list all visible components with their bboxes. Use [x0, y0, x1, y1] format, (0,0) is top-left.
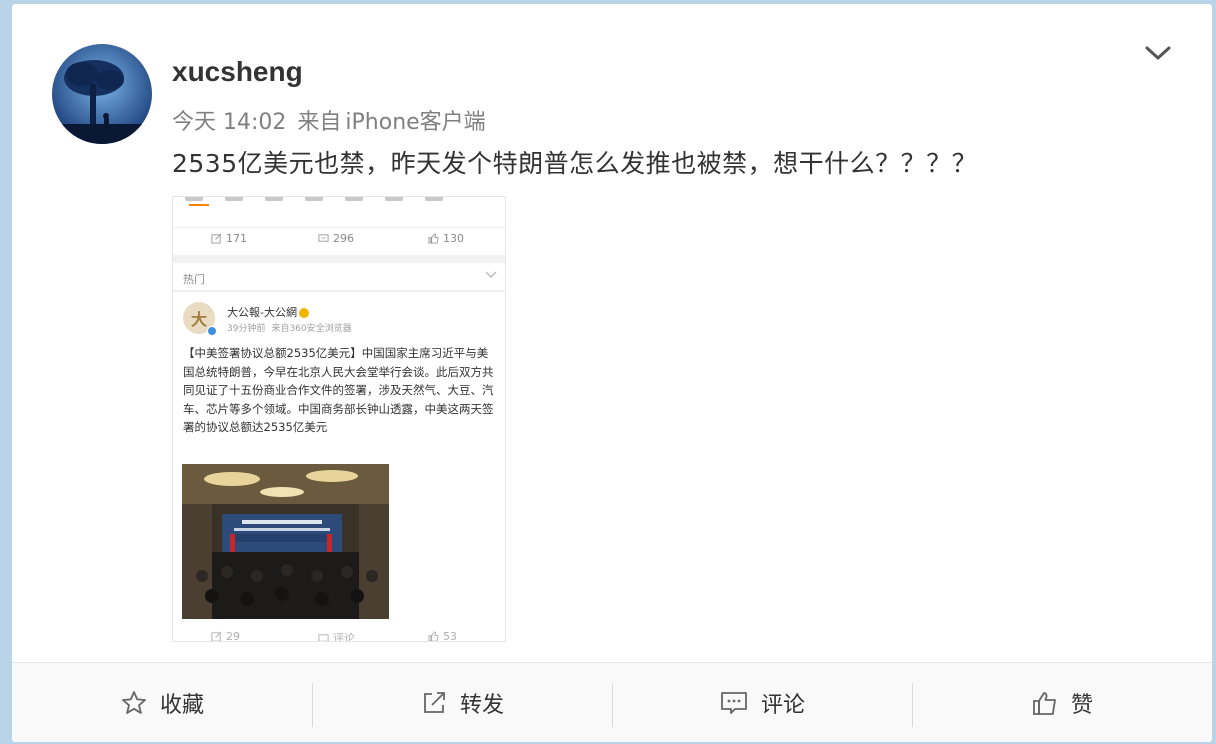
thumbs-up-icon [428, 631, 439, 641]
repost-button[interactable]: 转发 [312, 663, 612, 742]
star-icon [122, 690, 146, 714]
comment-icon [318, 633, 329, 641]
username[interactable]: xucsheng [172, 56, 303, 88]
share-icon [211, 631, 222, 641]
post-menu-button[interactable] [1140, 38, 1176, 68]
screenshot-author-name: 大公報-大公網 [227, 304, 309, 320]
post-meta: 今天 14:02 来自 iPhone客户端 [172, 104, 490, 136]
screenshot-repost-count: 171 [211, 232, 247, 245]
chevron-down-icon [1145, 46, 1171, 60]
screenshot-comment-count: 296 [318, 232, 354, 245]
screenshot-bottom-counts: 29 评论 53 [173, 629, 505, 641]
screenshot-like-count: 130 [428, 232, 464, 245]
post-image[interactable]: 171 296 130 热门 大 大公報-大公網 39分钟前 来自360安全浏览… [172, 196, 506, 642]
weibo-post-card: xucsheng 今天 14:02 来自 iPhone客户端 2535亿美元也禁，… [12, 4, 1212, 742]
comment-icon [318, 234, 329, 242]
favorite-button[interactable]: 收藏 [12, 663, 312, 742]
screenshot-previous-post: 171 296 130 [173, 197, 505, 255]
screenshot-tabs [185, 197, 495, 205]
share-icon [211, 233, 222, 244]
screenshot-hot-header: 热门 [173, 263, 505, 291]
screenshot-post-text: 【中美签署协议总额2535亿美元】中国国家主席习近平与美国总统特朗普，今早在北京… [183, 346, 494, 434]
screenshot-post-meta: 39分钟前 来自360安全浏览器 [227, 324, 352, 334]
favorite-label: 收藏 [159, 692, 204, 718]
like-button[interactable]: 赞 [912, 663, 1212, 742]
vip-badge-icon [298, 308, 309, 318]
comment-label: 评论 [760, 692, 805, 718]
like-label: 赞 [1070, 692, 1093, 718]
screenshot-hot-post: 大 大公報-大公網 39分钟前 来自360安全浏览器 【中美签署协议总额2535亿… [173, 292, 505, 641]
post-source[interactable]: iPhone客户端 [345, 110, 485, 135]
screenshot-bottom-like: 53 [428, 630, 457, 641]
repost-label: 转发 [459, 692, 504, 718]
source-prefix: 来自 [297, 110, 342, 135]
thumbs-up-icon [1033, 691, 1056, 715]
thumbs-up-icon [428, 233, 439, 244]
chevron-down-icon [485, 271, 497, 278]
screenshot-bottom-repost: 29 [211, 630, 240, 641]
screenshot-top-counts: 171 296 130 [173, 227, 505, 251]
post-text: 2535亿美元也禁，昨天发个特朗普怎么发推也被禁，想干什么？？？？ [172, 149, 978, 178]
screenshot-photo [182, 464, 389, 619]
post-time[interactable]: 今天 14:02 [172, 110, 286, 135]
user-avatar[interactable] [52, 44, 152, 144]
screenshot-active-tab-indicator [189, 204, 209, 206]
comment-button[interactable]: 评论 [612, 663, 912, 742]
screenshot-hot-label: 热门 [183, 273, 205, 286]
screenshot-bottom-comment: 评论 [318, 630, 355, 641]
share-icon [424, 691, 445, 713]
post-action-bar: 收藏 转发 评论 赞 [12, 662, 1212, 742]
comment-icon [721, 691, 747, 714]
verified-badge-icon [207, 326, 217, 336]
